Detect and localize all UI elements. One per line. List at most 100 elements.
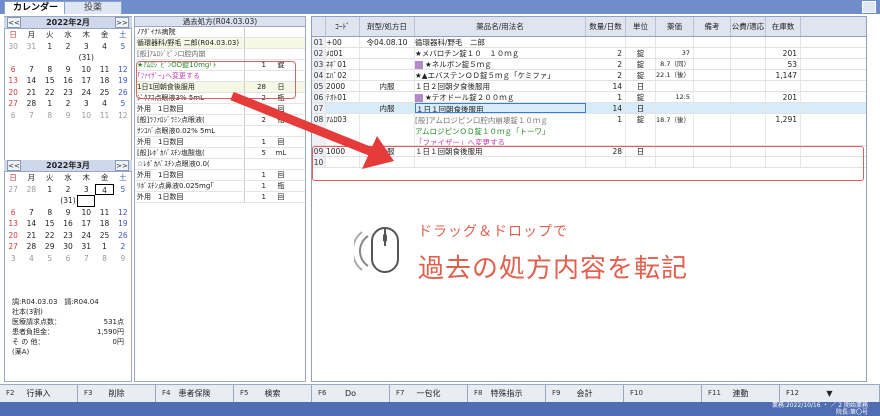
function-key-f7[interactable]: F7 一包化	[390, 385, 468, 402]
calendar-day[interactable]: 16	[59, 75, 77, 87]
column-header[interactable]	[312, 17, 326, 36]
calendar-day[interactable]: 24	[77, 87, 95, 99]
function-key-f12[interactable]: F12 ▼	[780, 385, 880, 402]
tab-calendar[interactable]: カレンダー	[4, 1, 68, 14]
calendar-day[interactable]: 21	[22, 87, 40, 99]
calendar-day[interactable]: 7	[22, 110, 40, 122]
calendar-day[interactable]: 2	[59, 98, 77, 110]
past-prescription-row[interactable]: ☆ﾚﾎﾞｶﾊﾞｽﾁﾝ点眼液0.0(	[135, 159, 305, 170]
table-row[interactable]: 02 ﾒﾛ01 ★メバロチン錠１０ １０ｍｇ 2 錠 37 201	[312, 48, 866, 59]
calendar-day[interactable]: 12	[114, 110, 132, 122]
calendar-day[interactable]: 28	[22, 184, 40, 196]
calendar-day[interactable]: 27	[4, 184, 22, 196]
calendar-day[interactable]: 13	[4, 218, 22, 230]
pen-icon[interactable]	[862, 1, 876, 13]
calendar-day[interactable]: 10	[77, 64, 95, 76]
calendar-day[interactable]: 17	[77, 218, 95, 230]
calendar-day[interactable]: (31)	[59, 195, 77, 207]
column-header[interactable]: 数量/日数	[586, 17, 626, 36]
calendar-day[interactable]: 16	[59, 218, 77, 230]
table-row[interactable]: 08 ｱﾑﾛ03 [般]アムロジピン口腔内崩壊錠１０ｍｇ アムロジピンＯＤ錠１０ｍｇ「…	[312, 114, 866, 146]
calendar-day[interactable]: 1	[95, 241, 113, 253]
calendar-day[interactable]: 7	[77, 253, 95, 265]
calendar-day[interactable]: 14	[22, 75, 40, 87]
calendar-day[interactable]: 6	[4, 110, 22, 122]
calendar-day[interactable]: 11	[95, 207, 113, 219]
calendar-day[interactable]: 2	[114, 241, 132, 253]
calendar-day[interactable]: 13	[4, 75, 22, 87]
calendar-day[interactable]: 25	[95, 230, 113, 242]
calendar-day[interactable]: 27	[4, 241, 22, 253]
function-key-f6[interactable]: F6 Do	[312, 385, 390, 402]
calendar-day[interactable]: 8	[41, 64, 59, 76]
calendar-day[interactable]: 18	[95, 218, 113, 230]
calendar-day[interactable]: 1	[41, 98, 59, 110]
function-key-f4[interactable]: F4 患者保険	[156, 385, 234, 402]
calendar-day[interactable]: 12	[114, 64, 132, 76]
calendar-day[interactable]: 9	[114, 253, 132, 265]
calendar-day[interactable]: 9	[59, 64, 77, 76]
calendar-day[interactable]: 20	[4, 87, 22, 99]
table-row[interactable]: 01 +00 令04.08.10 循環器科/野毛 二郎	[312, 37, 866, 48]
past-prescription-row[interactable]: 外用 1日数回 1 回	[135, 137, 305, 148]
table-row[interactable]: 06 ﾃｵﾄ01 ★テオドール錠２００ｍｇ 1 錠 12.5 201	[312, 92, 866, 103]
calendar-day[interactable]: 31	[77, 241, 95, 253]
calendar-day[interactable]: 11	[95, 110, 113, 122]
calendar-day[interactable]: 26	[114, 230, 132, 242]
day-grid[interactable]: 30 31 1 2 3 4 5 (31) 6 7 8 9 10 11 12 13 14 15 16 17 18 19 20 2…	[4, 41, 132, 122]
function-key-f5[interactable]: F5 検索	[234, 385, 312, 402]
calendar-day[interactable]: 2	[59, 41, 77, 53]
calendar-day[interactable]: 8	[95, 253, 113, 265]
calendar-day[interactable]: 28	[22, 241, 40, 253]
calendar-day[interactable]: 8	[41, 207, 59, 219]
next-month-button[interactable]: >>	[115, 160, 129, 171]
calendar-day[interactable]: 5	[114, 184, 132, 196]
column-header[interactable]: 在庫数	[766, 17, 801, 36]
table-row[interactable]: 07 内服 １日１回朝食後服用 14 日	[312, 103, 866, 114]
calendar-day[interactable]: 9	[59, 207, 77, 219]
function-key-f9[interactable]: F9 会計	[546, 385, 624, 402]
past-prescription-row[interactable]: ★ｱﾑﾛｼﾞﾋﾟﾝOD錠10mg｢ﾄ 1 錠	[135, 60, 305, 71]
calendar-day[interactable]: 7	[22, 64, 40, 76]
calendar-day[interactable]: (31)	[77, 52, 95, 64]
column-header[interactable]: 単位	[626, 17, 656, 36]
calendar-day[interactable]: 3	[77, 41, 95, 53]
calendar-day[interactable]: 31	[22, 41, 40, 53]
calendar-day[interactable]: 5	[114, 98, 132, 110]
calendar-day[interactable]: 1	[41, 41, 59, 53]
calendar-day[interactable]: 28	[22, 98, 40, 110]
calendar-day[interactable]: 6	[4, 207, 22, 219]
calendar-day[interactable]: 3	[4, 253, 22, 265]
calendar-day[interactable]: 4	[22, 253, 40, 265]
past-prescription-row[interactable]: [般]ﾗﾌｧﾛｼﾞﾗﾐﾝ点眼液(2 瓶	[135, 115, 305, 126]
function-key-f3[interactable]: F3 削除	[78, 385, 156, 402]
calendar-day[interactable]: 19	[114, 218, 132, 230]
calendar-day[interactable]: 7	[22, 207, 40, 219]
table-row[interactable]: 09 1000 内服 １日１回朝食後服用 28 日	[312, 146, 866, 157]
past-prescription-row[interactable]: ｼﾞｸｱｽ点眼液3% 5mL 2 瓶	[135, 93, 305, 104]
past-prescription-row[interactable]: ﾘﾎﾞｽﾁﾝ点鼻液0.025mg｢ 1 瓶	[135, 181, 305, 192]
next-month-button[interactable]: >>	[115, 17, 129, 28]
column-header[interactable]: 備考	[694, 17, 731, 36]
calendar-day[interactable]: 4	[95, 41, 113, 53]
calendar-day[interactable]: 18	[95, 75, 113, 87]
calendar-day[interactable]: 21	[22, 230, 40, 242]
table-row[interactable]: 10	[312, 157, 866, 168]
calendar-day[interactable]: 3	[77, 184, 95, 196]
calendar-day[interactable]: 8	[41, 110, 59, 122]
calendar-day[interactable]: 10	[77, 110, 95, 122]
calendar-day[interactable]: 20	[4, 230, 22, 242]
calendar-day[interactable]: 1	[41, 184, 59, 196]
table-row[interactable]: 05 2000 内服 １日２回朝夕食後服用 14 日	[312, 81, 866, 92]
calendar-day[interactable]: 22	[41, 87, 59, 99]
calendar-day[interactable]: 4	[95, 183, 114, 195]
calendar-day[interactable]: 26	[114, 87, 132, 99]
past-prescription-row[interactable]: 外用 1日数回 1 回	[135, 104, 305, 115]
calendar-day[interactable]: 2	[59, 184, 77, 196]
calendar-day[interactable]: 19	[114, 75, 132, 87]
column-header[interactable]: ｺｰﾄﾞ	[326, 17, 360, 36]
function-key-f11[interactable]: F11 連動	[702, 385, 780, 402]
past-prescription-row[interactable]: 外用 1日数回 1 回	[135, 192, 305, 203]
past-prescription-row[interactable]: [般]ｱﾑﾛｼﾞﾋﾟﾝ口腔内崩	[135, 49, 305, 60]
tab-dosing[interactable]: 投薬	[64, 1, 122, 14]
